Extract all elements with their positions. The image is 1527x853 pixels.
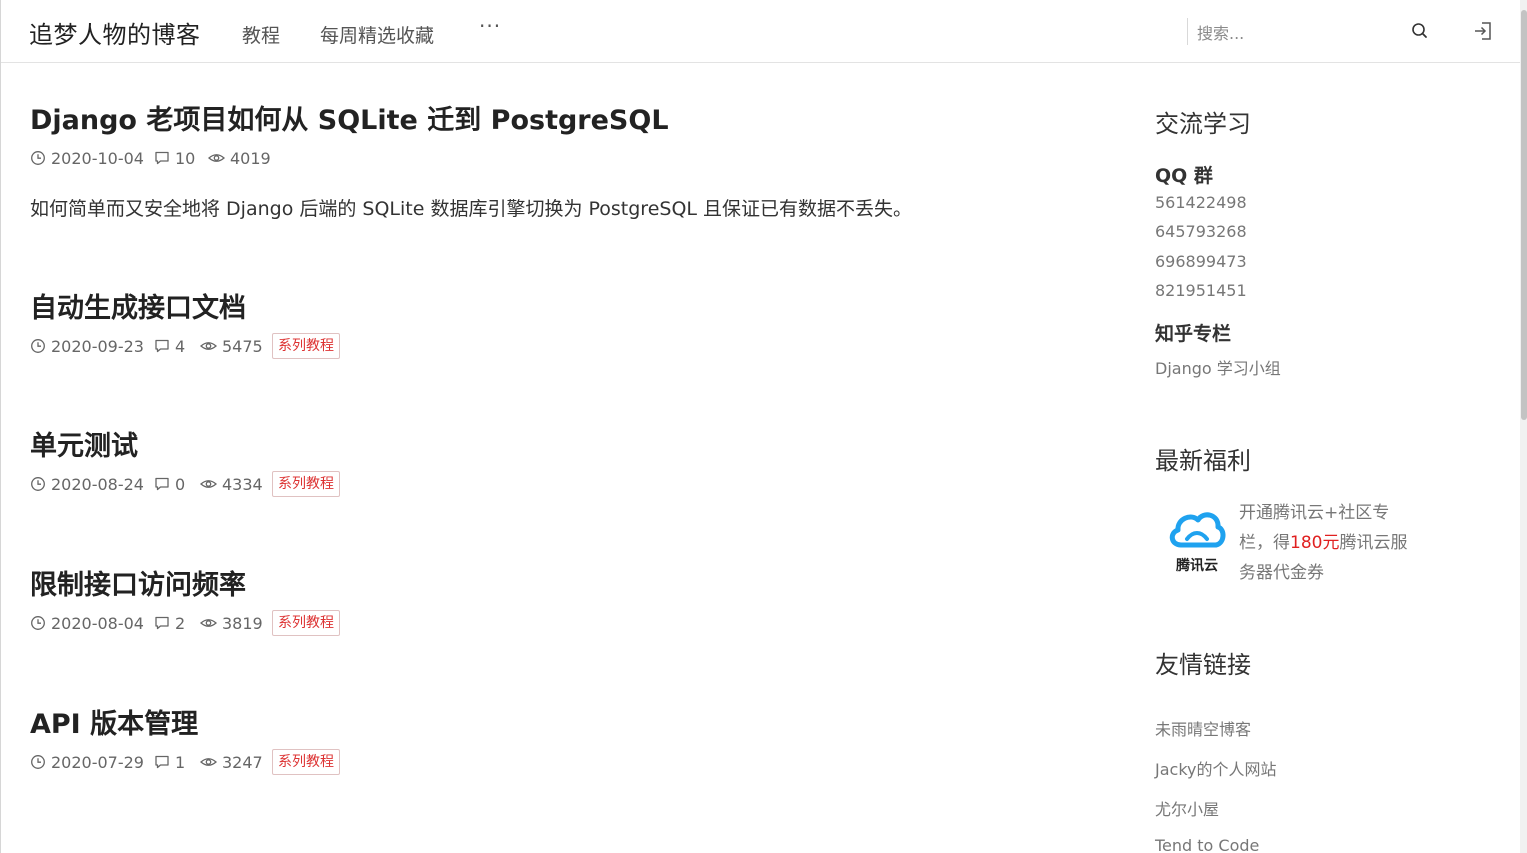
qq-group-number: 696899473	[1155, 252, 1247, 271]
scrollbar-thumb[interactable]	[1521, 10, 1527, 420]
nav-tutorials[interactable]: 教程	[242, 21, 280, 48]
post-meta: 2020-10-04 10 4019	[30, 146, 1090, 172]
post-date: 2020-08-24	[30, 472, 144, 496]
clock-icon	[31, 477, 45, 491]
comment-icon	[155, 339, 169, 353]
clock-icon	[31, 616, 45, 630]
post-comments: 4	[154, 334, 185, 358]
post-item: API 版本管理 2020-07-29 1 3247 系列教程	[30, 707, 1090, 776]
comment-icon	[155, 755, 169, 769]
post-item: 自动生成接口文档 2020-09-23 4 5475 系列教程	[30, 291, 1090, 360]
post-views: 4334	[200, 472, 263, 496]
post-views: 3819	[200, 611, 263, 635]
login-icon[interactable]	[1472, 20, 1494, 42]
post-date: 2020-10-04	[30, 146, 144, 170]
friend-link[interactable]: 未雨晴空博客	[1155, 716, 1251, 740]
eye-icon	[200, 480, 217, 488]
post-date: 2020-09-23	[30, 334, 144, 358]
series-tag[interactable]: 系列教程	[272, 471, 340, 497]
search-icon[interactable]	[1409, 20, 1431, 42]
post-views: 3247	[200, 750, 263, 774]
eye-icon	[200, 758, 217, 766]
post-title[interactable]: 限制接口访问频率	[30, 568, 1090, 604]
tencent-cloud-logo-text: 腾讯云	[1176, 558, 1218, 574]
sidebar-heading-study: 交流学习	[1155, 110, 1251, 138]
page: 追梦人物的博客 教程 每周精选收藏 ··· Django 老项目如何从 SQLi…	[0, 0, 1527, 853]
promo-highlight: 180元	[1290, 533, 1340, 553]
eye-icon	[208, 154, 225, 162]
post-comments: 0	[154, 472, 185, 496]
promo-description[interactable]: 开通腾讯云+社区专栏，得180元腾讯云服务器代金券	[1239, 498, 1419, 588]
clock-icon	[31, 755, 45, 769]
post-date: 2020-07-29	[30, 750, 144, 774]
post-item: 单元测试 2020-08-24 0 4334 系列教程	[30, 429, 1090, 498]
post-item: Django 老项目如何从 SQLite 迁到 PostgreSQL 2020-…	[30, 103, 1090, 221]
post-comments: 2	[154, 611, 185, 635]
post-title[interactable]: Django 老项目如何从 SQLite 迁到 PostgreSQL	[30, 103, 1090, 139]
post-meta: 2020-08-24 0 4334 系列教程	[30, 471, 1090, 498]
post-title[interactable]: 单元测试	[30, 429, 1090, 465]
comment-icon	[155, 477, 169, 491]
search-divider	[1187, 18, 1188, 45]
post-comments: 1	[154, 750, 185, 774]
clock-icon	[31, 151, 45, 165]
post-meta: 2020-09-23 4 5475 系列教程	[30, 333, 1090, 360]
post-meta: 2020-08-04 2 3819 系列教程	[30, 610, 1090, 637]
post-views: 4019	[208, 146, 271, 170]
sidebar-heading-links: 友情链接	[1155, 651, 1251, 679]
more-menu-icon[interactable]: ···	[479, 14, 501, 38]
qq-group-number: 561422498	[1155, 193, 1247, 212]
nav-weekly-picks[interactable]: 每周精选收藏	[320, 21, 434, 48]
friend-link[interactable]: 尤尔小屋	[1155, 796, 1219, 820]
eye-icon	[200, 342, 217, 350]
zhihu-label: 知乎专栏	[1155, 323, 1232, 345]
series-tag[interactable]: 系列教程	[272, 610, 340, 636]
post-item: 限制接口访问频率 2020-08-04 2 3819 系列教程	[30, 568, 1090, 637]
series-tag[interactable]: 系列教程	[272, 749, 340, 775]
clock-icon	[31, 339, 45, 353]
qq-group-number: 821951451	[1155, 281, 1247, 300]
series-tag[interactable]: 系列教程	[272, 333, 340, 359]
top-navbar: 追梦人物的博客 教程 每周精选收藏 ···	[1, 0, 1520, 63]
post-title[interactable]: API 版本管理	[30, 707, 1090, 743]
post-meta: 2020-07-29 1 3247 系列教程	[30, 749, 1090, 776]
friend-link[interactable]: Jacky的个人网站	[1155, 756, 1277, 780]
friend-link[interactable]: Tend to Code	[1155, 836, 1259, 853]
qq-group-number: 645793268	[1155, 222, 1247, 241]
site-brand[interactable]: 追梦人物的博客	[29, 15, 201, 50]
comment-icon	[155, 151, 169, 165]
post-comments: 10	[154, 146, 195, 170]
zhihu-column-link[interactable]: Django 学习小组	[1155, 355, 1281, 379]
post-excerpt: 如何简单而又安全地将 Django 后端的 SQLite 数据库引擎切换为 Po…	[30, 198, 913, 220]
comment-icon	[155, 616, 169, 630]
sidebar-heading-promo: 最新福利	[1155, 447, 1251, 475]
search-input[interactable]	[1197, 19, 1397, 47]
post-views: 5475	[200, 334, 263, 358]
post-date: 2020-08-04	[30, 611, 144, 635]
qq-group-label: QQ 群	[1155, 165, 1213, 187]
post-title[interactable]: 自动生成接口文档	[30, 291, 1090, 327]
eye-icon	[200, 619, 217, 627]
